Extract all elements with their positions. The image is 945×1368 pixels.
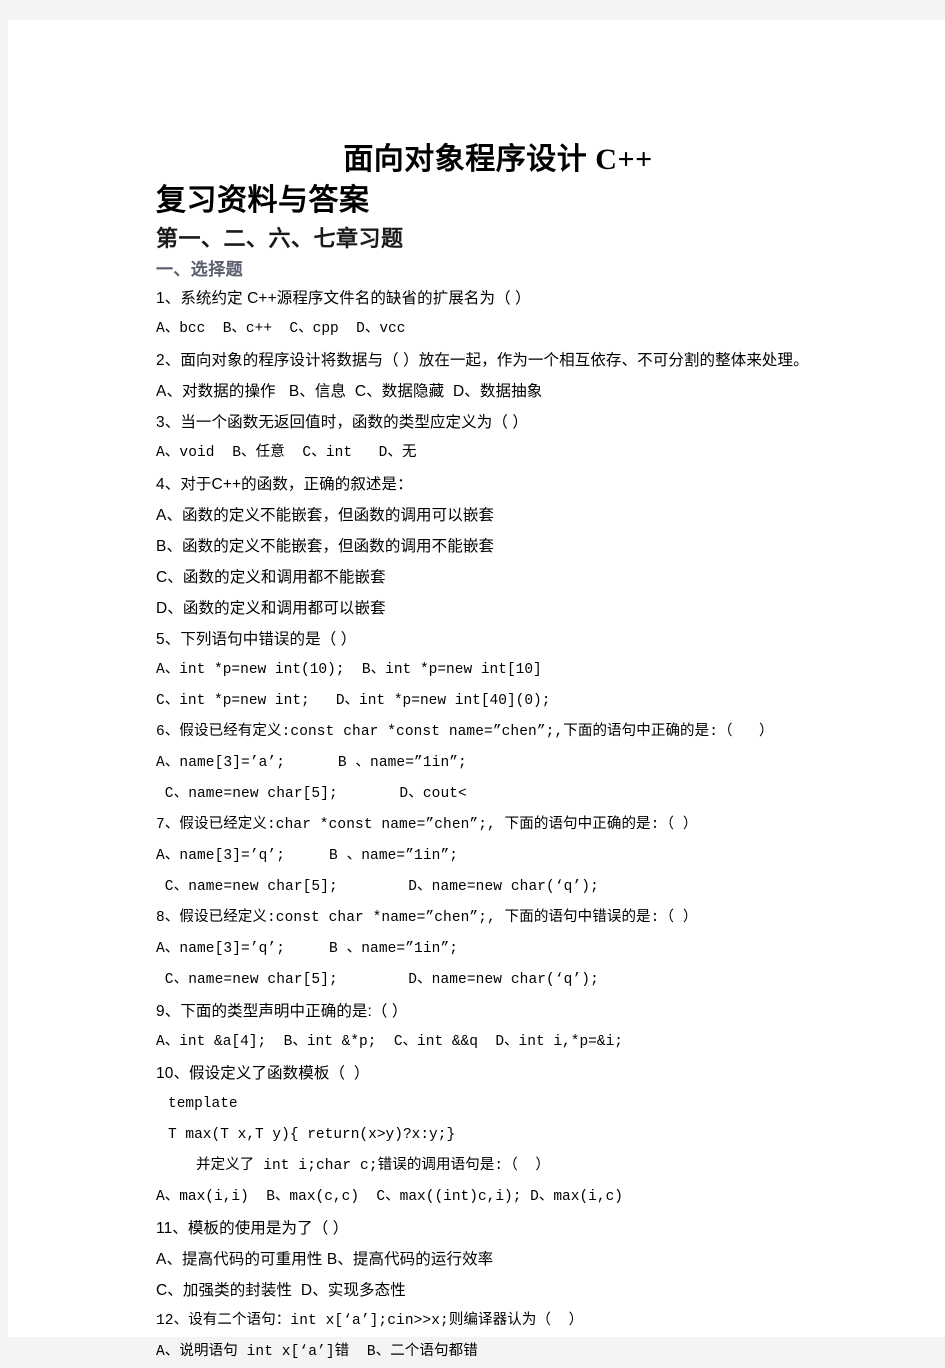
question-7-options-cd: C、name=new char[5]; D、name=new char(‘q’)… [156, 879, 599, 895]
question-5-options-cd: C、int *p=new int; D、int *p=new int[40](0… [156, 693, 551, 709]
question-10-stem: 10、假设定义了函数模板（ ） [156, 1065, 370, 1082]
question-11-options-cd: C、加强类的封装性 D、实现多态性 [156, 1282, 406, 1299]
question-6-stem: 6、假设已经有定义:const char *const name=”chen”;… [156, 724, 774, 740]
question-7-options-ab: A、name[3]=’q’; B 、name=”1in”; [156, 848, 459, 864]
document-page: 面向对象程序设计 C++ 复习资料与答案 第一、二、六、七章习题 一、选择题 1… [8, 20, 945, 1360]
question-4-option-c: C、函数的定义和调用都不能嵌套 [156, 569, 386, 586]
question-8-options-cd: C、name=new char[5]; D、name=new char(‘q’)… [156, 972, 599, 988]
question-3-stem: 3、当一个函数无返回值时，函数的类型应定义为（ ） [156, 414, 528, 431]
question-7-stem: 7、假设已经定义:char *const name=”chen”;, 下面的语句… [156, 817, 698, 833]
question-12-options: A、说明语句 int x[‘a’]错 B、二个语句都错 [156, 1344, 478, 1360]
question-8-options-ab: A、name[3]=’q’; B 、name=”1in”; [156, 941, 459, 957]
question-4-option-b: B、函数的定义不能嵌套，但函数的调用不能嵌套 [156, 538, 495, 555]
question-2-options: A、对数据的操作 B、信息 C、数据隐藏 D、数据抽象 [156, 383, 543, 400]
question-10-template-note: 并定义了 int i;char c;错误的调用语句是:（ ） [196, 1158, 551, 1174]
question-11-options-ab: A、提高代码的可重用性 B、提高代码的运行效率 [156, 1251, 494, 1268]
question-1-options: A、bcc B、c++ C、cpp D、vcc [156, 321, 406, 337]
question-10-template-keyword: template [168, 1096, 238, 1112]
question-9-stem: 9、下面的类型声明中正确的是:（ ） [156, 1003, 408, 1020]
question-11-stem: 11、模板的使用是为了（ ） [156, 1220, 349, 1237]
document-title-secondary: 复习资料与答案 [156, 184, 370, 217]
question-3-options: A、void B、任意 C、int D、无 [156, 445, 417, 461]
question-2-stem: 2、面向对象的程序设计将数据与（ ）放在一起，作为一个相互依存、不可分割的整体来… [156, 352, 809, 369]
question-8-stem: 8、假设已经定义:const char *name=”chen”;, 下面的语句… [156, 910, 698, 926]
document-content: 面向对象程序设计 C++ 复习资料与答案 第一、二、六、七章习题 一、选择题 1… [148, 140, 848, 1368]
question-12-stem: 12、设有二个语句：int x[‘a’];cin>>x;则编译器认为（ ） [156, 1313, 584, 1329]
question-10-template-body: T max(T x,T y){ return(x>y)?x:y;} [168, 1127, 456, 1143]
question-9-options: A、int &a[4]; B、int &*p; C、int &&q D、int … [156, 1034, 623, 1050]
document-title-primary: 面向对象程序设计 C++ [343, 143, 653, 176]
question-6-options-cd: C、name=new char[5]; D、cout< [156, 786, 467, 802]
question-4-option-d: D、函数的定义和调用都可以嵌套 [156, 600, 386, 617]
section-heading-multiple-choice: 一、选择题 [156, 260, 243, 279]
question-6-options-ab: A、name[3]=’a’; B 、name=”1in”; [156, 755, 467, 771]
question-5-options-ab: A、int *p=new int(10); B、int *p=new int[1… [156, 662, 542, 678]
chapter-heading: 第一、二、六、七章习题 [156, 226, 404, 251]
question-4-option-a: A、函数的定义不能嵌套，但函数的调用可以嵌套 [156, 507, 495, 524]
question-10-options: A、max(i,i) B、max(c,c) C、max((int)c,i); D… [156, 1189, 623, 1205]
question-5-stem: 5、下列语句中错误的是（ ） [156, 631, 357, 648]
question-1-stem: 1、系统约定 C++源程序文件名的缺省的扩展名为（ ） [156, 290, 531, 307]
question-4-stem: 4、对于C++的函数，正确的叙述是： [156, 476, 413, 493]
